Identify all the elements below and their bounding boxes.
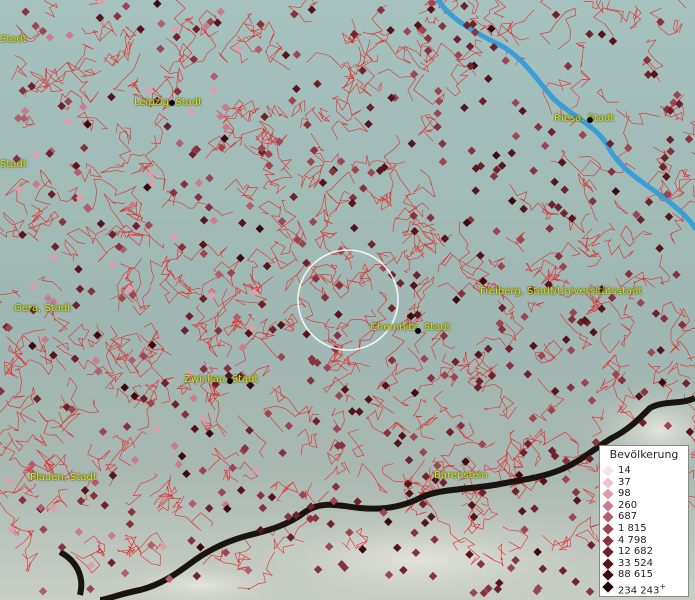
legend-swatch <box>602 569 614 582</box>
city-label[interactable]: Stadt <box>0 34 27 45</box>
map-canvas[interactable] <box>0 0 695 600</box>
city-label[interactable]: Plauen, Stadt <box>30 472 97 483</box>
legend-title: Bevölkerung <box>609 448 679 461</box>
legend-label: 14 <box>618 465 631 476</box>
legend-swatch <box>602 534 614 547</box>
legend-swatch <box>602 511 614 524</box>
city-label[interactable]: Freiberg, Stadt/Universitätsstadt <box>480 286 642 297</box>
city-label[interactable]: Riesa, Stadt <box>554 113 614 124</box>
legend-label: 687 <box>618 511 638 523</box>
city-label[interactable]: Chemnitz, Stadt <box>370 322 451 333</box>
legend-swatch <box>602 558 614 570</box>
legend-swatch <box>602 546 614 558</box>
city-marker <box>587 117 593 123</box>
city-label[interactable]: Gera, Stadt <box>14 303 71 314</box>
legend-label: 4 798 <box>618 534 647 546</box>
city-label[interactable]: Bärenstein <box>434 470 488 481</box>
legend-swatch <box>602 500 614 512</box>
city-marker <box>169 100 175 106</box>
legend-swatch <box>602 476 614 489</box>
legend-label: 37 <box>618 476 631 488</box>
legend-label: 88 615 <box>618 569 653 581</box>
legend-label: 234 243+ <box>618 582 667 597</box>
legend-plus: + <box>659 582 667 591</box>
legend-label: 12 682 <box>618 546 653 558</box>
legend-label: 33 524 <box>618 557 653 569</box>
legend-swatch <box>602 523 614 535</box>
legend-swatch <box>602 488 614 500</box>
city-marker <box>227 378 233 384</box>
city-label[interactable]: Stadt <box>0 159 27 170</box>
city-label[interactable]: Zwickau, Stadt <box>184 374 258 385</box>
legend-label: 98 <box>618 488 631 500</box>
legend-swatch <box>602 465 614 477</box>
city-marker <box>415 328 421 334</box>
legend-swatch <box>602 581 614 593</box>
legend-label: 1 815 <box>618 523 647 534</box>
legend-panel: Bevölkerung 14 37 98 260 687 1 815 4 798 12 682… <box>599 445 689 597</box>
legend-label: 260 <box>618 499 638 511</box>
